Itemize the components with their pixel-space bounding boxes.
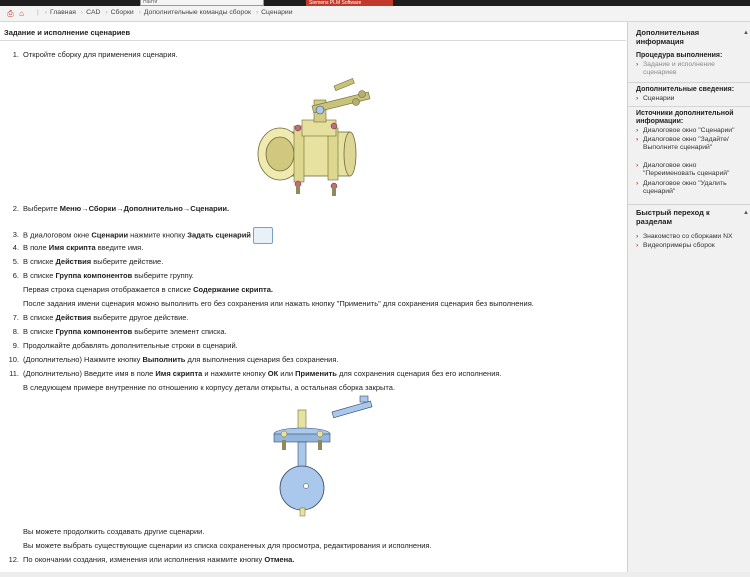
step-3: 3. В диалоговом окне Сценарии нажмите кно… — [6, 227, 273, 244]
breadcrumb-item-cad[interactable]: CAD — [86, 9, 100, 16]
sidebar-divider — [628, 82, 750, 83]
sidebar-section-title-info[interactable]: Дополнительная информация — [636, 28, 740, 46]
step-2: 2. Выберите Меню→Сборки→Дополнительно→Сце… — [12, 204, 230, 213]
source-link-scenarios-dialog[interactable]: › Диалоговое окно "Сценарии" — [636, 127, 748, 135]
step-6-note-2: После задания имени сценария можно выпол… — [23, 299, 534, 308]
collapse-icon[interactable]: ▲ — [743, 210, 749, 216]
collapse-icon[interactable]: ▲ — [743, 30, 749, 36]
home-icon[interactable]: ⌂ — [17, 9, 26, 18]
breadcrumb: | › Главная › CAD › Сборки › Дополнительные к… — [37, 9, 293, 16]
breadcrumb-item-extra-commands[interactable]: Дополнительные команды сборок — [144, 9, 251, 16]
quick-link-intro[interactable]: › Знакомство со сборками NX — [636, 233, 748, 241]
sidebar-divider — [628, 106, 750, 107]
additional-label: Дополнительные сведения: — [636, 86, 735, 93]
print-icon[interactable]: ⎙ — [6, 9, 15, 18]
procedure-link[interactable]: › Задание и исполнение сценариев — [636, 61, 748, 76]
step-4: 4. В поле Имя скрипта введите имя. — [12, 243, 144, 252]
step-5: 5. В списке Действия выберите действие. — [12, 257, 164, 266]
step-6-note-1: Первая строка сценария отображается в сп… — [23, 285, 273, 294]
source-link-define-run-dialog[interactable]: › Диалоговое окно "Задайте/Выполните сцен… — [636, 136, 748, 151]
step-8: 8. В списке Группа компонентов выберите э… — [12, 327, 227, 336]
step-12: 12. По окончании создания, изменения или … — [8, 555, 295, 564]
title-divider — [0, 40, 626, 41]
step-11-note-2: Вы можете продолжить создавать другие сц… — [23, 527, 205, 536]
breadcrumb-item-home[interactable]: Главная — [50, 9, 76, 16]
sidebar-divider — [628, 204, 750, 205]
page-title: Задание и исполнение сценариев — [4, 28, 131, 37]
step-11: 11. (Дополнительно) Введите имя в поле Им… — [9, 369, 502, 378]
step-6: 6. В списке Группа компонентов выберите г… — [12, 271, 194, 280]
step-9: 9. Продолжайте добавлять дополнительные с… — [12, 341, 238, 350]
sidebar-section-title-quick[interactable]: Быстрый переход к разделам — [636, 208, 740, 226]
procedure-label: Процедура выполнения: — [636, 52, 723, 59]
main-content: Задание и исполнение сценариев 1. Откройт… — [0, 22, 626, 577]
source-link-rename-dialog[interactable]: › Диалоговое окно "Переименовать сценарий… — [636, 162, 748, 177]
assembly-image-partial — [273, 395, 373, 517]
step-10: 10. (Дополнительно) Нажмите кнопку Выполн… — [8, 355, 339, 364]
sources-label: Источники дополнительной информации: — [636, 110, 734, 125]
source-link-delete-dialog[interactable]: › Диалоговое окно "Удалить сценарий" — [636, 180, 748, 195]
breadcrumb-item-scenarios[interactable]: Сценарии — [261, 9, 292, 16]
breadcrumb-bar: ⎙ ⌂ | › Главная › CAD › Сборки › Дополнительн… — [0, 6, 750, 22]
step-1: 1. Откройте сборку для применения сценари… — [12, 50, 178, 59]
sidebar: Дополнительная информация ▲ Процедура вы… — [627, 22, 750, 577]
breadcrumb-item-assemblies[interactable]: Сборки — [111, 9, 134, 16]
additional-link-scenarios[interactable]: › Сценарии — [636, 95, 748, 103]
step-11-note-3: Вы можете выбрать существующие сценарии … — [23, 541, 432, 550]
define-scenario-icon — [252, 227, 273, 244]
step-7: 7. В списке Действия выберите другое дейс… — [12, 313, 189, 322]
status-bar — [0, 572, 750, 577]
assembly-image-full — [257, 78, 371, 196]
quick-link-videos[interactable]: › Видеопримеры сборок — [636, 242, 748, 250]
